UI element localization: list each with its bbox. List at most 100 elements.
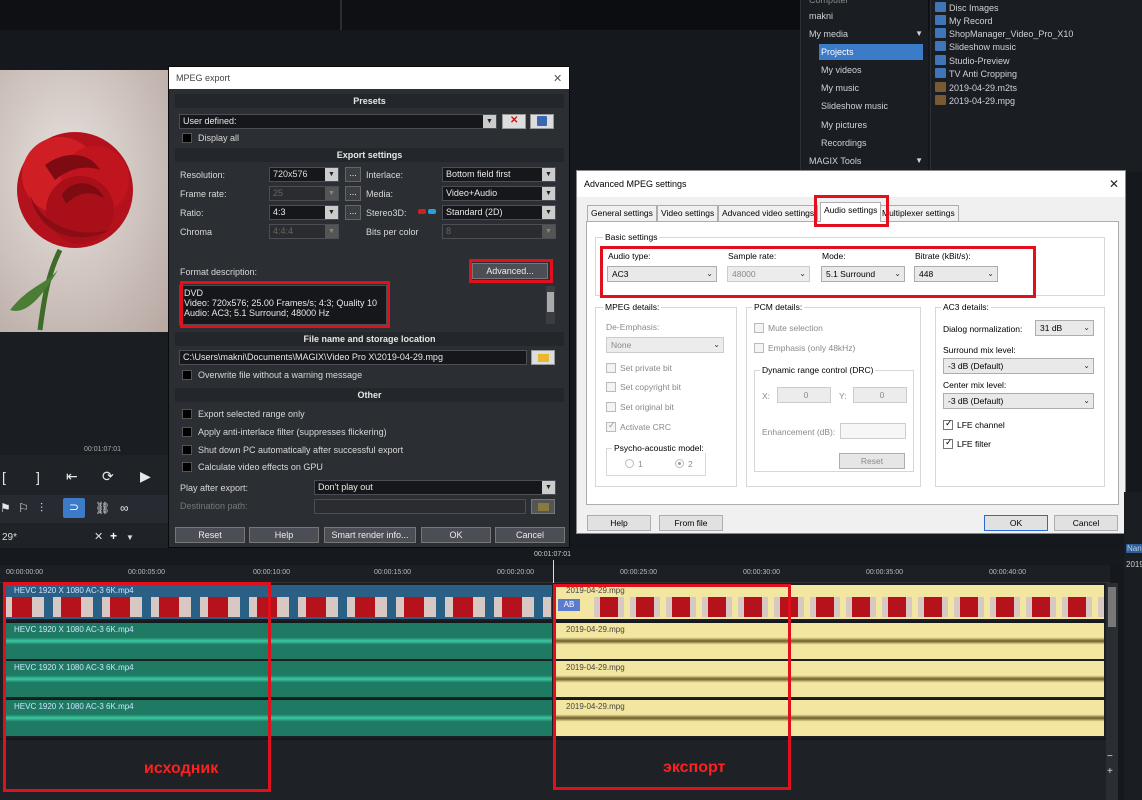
close-icon[interactable]: ✕ [94, 530, 103, 543]
preset-select[interactable]: User defined: ▼ [179, 114, 497, 129]
mute-selection-checkbox[interactable] [754, 323, 764, 333]
chroma-select[interactable]: 4:4:4 ▼ [269, 224, 339, 239]
delete-preset-button[interactable]: ✕ [502, 114, 526, 129]
magnet-button[interactable]: ⊃ [63, 498, 85, 518]
emphasis-checkbox[interactable] [754, 343, 764, 353]
file-item[interactable]: ShopManager_Video_Pro_X10 [935, 28, 1073, 41]
ratio-more-button[interactable]: ... [345, 205, 361, 220]
bits-per-color-select[interactable]: 8 ▼ [442, 224, 556, 239]
ok-button[interactable]: OK [421, 527, 491, 543]
crc-label: Activate CRC [620, 422, 672, 432]
save-preset-button[interactable] [530, 114, 554, 129]
help-button[interactable]: Help [587, 515, 651, 531]
timeline-scrollbar[interactable]: − + [1106, 583, 1118, 800]
ok-button[interactable]: OK [984, 515, 1048, 531]
copyright-bit-checkbox[interactable] [606, 382, 616, 392]
mark-in-icon[interactable]: [ [2, 469, 6, 485]
lfe-channel-checkbox[interactable]: ✓ [943, 418, 953, 430]
stereo3d-select[interactable]: Standard (2D) ▼ [442, 205, 556, 220]
destination-input[interactable] [314, 499, 526, 514]
crc-checkbox[interactable]: ✓ [606, 420, 616, 432]
media-nav-panel: Computer makni My media ▼ Projects My vid… [800, 0, 928, 172]
destination-browse-button[interactable] [531, 499, 555, 514]
display-all-checkbox[interactable] [182, 133, 192, 143]
shutdown-checkbox[interactable] [182, 445, 192, 455]
tab-multiplexer[interactable]: Multiplexer settings [878, 205, 959, 221]
center-mix-label: Center mix level: [943, 380, 1007, 390]
timeline-ruler[interactable]: 00:00:00:00 00:00:05:00 00:00:10:00 00:0… [0, 565, 1110, 583]
play-icon[interactable]: ▶ [140, 468, 151, 485]
close-icon[interactable]: ✕ [553, 72, 562, 85]
dialog-norm-select[interactable]: 31 dB ⌄ [1035, 320, 1094, 336]
nav-my-music[interactable]: My music [819, 80, 923, 96]
private-bit-checkbox[interactable] [606, 363, 616, 373]
framerate-select[interactable]: 25 ▼ [269, 186, 339, 201]
original-bit-checkbox[interactable] [606, 402, 616, 412]
file-item[interactable]: 2019-04-29.m2ts [935, 82, 1017, 95]
drc-reset-button[interactable]: Reset [839, 453, 905, 469]
marker-icon[interactable]: ⚐ [18, 501, 29, 515]
loop-icon[interactable]: ⟳ [102, 468, 114, 485]
gpu-checkbox[interactable] [182, 462, 192, 472]
tab-advanced-video[interactable]: Advanced video settings [718, 205, 819, 221]
nav-projects[interactable]: Projects [819, 44, 923, 60]
split-icon[interactable]: ⫶ [40, 501, 43, 516]
chevron-down-icon[interactable]: ▼ [126, 533, 134, 542]
nav-my-pictures[interactable]: My pictures [819, 117, 923, 133]
smart-render-button[interactable]: Smart render info... [324, 527, 416, 543]
media-select[interactable]: Video+Audio ▼ [442, 186, 556, 201]
psycho-2-radio[interactable] [675, 459, 684, 468]
anti-interlace-checkbox[interactable] [182, 427, 192, 437]
from-file-button[interactable]: From file [659, 515, 723, 531]
framerate-more-button[interactable]: ... [345, 186, 361, 201]
overwrite-checkbox[interactable] [182, 370, 192, 380]
link-icon[interactable]: ⛓ [95, 501, 110, 515]
nav-slideshow-music[interactable]: Slideshow music [819, 98, 923, 114]
format-scrollbar[interactable] [546, 286, 555, 324]
close-icon[interactable]: ✕ [1109, 177, 1119, 191]
file-item[interactable]: 2019-04-29.mpg [935, 95, 1015, 108]
export-range-checkbox[interactable] [182, 409, 192, 419]
file-item[interactable]: TV Anti Cropping [935, 68, 1017, 81]
psycho-1-radio[interactable] [625, 459, 634, 468]
nav-computer[interactable]: Computer [809, 0, 849, 8]
resolution-select[interactable]: 720x576 ▼ [269, 167, 339, 182]
drc-x-input[interactable]: 0 [777, 387, 831, 403]
reset-button[interactable]: Reset [175, 527, 245, 543]
tab-video[interactable]: Video settings [657, 205, 719, 221]
file-path-input[interactable]: C:\Users\makni\Documents\MAGIX\Video Pro… [179, 350, 527, 365]
surround-mix-select[interactable]: -3 dB (Default) ⌄ [943, 358, 1094, 374]
help-button[interactable]: Help [249, 527, 319, 543]
drc-y-input[interactable]: 0 [853, 387, 907, 403]
de-emphasis-select[interactable]: None ⌄ [606, 337, 724, 353]
nav-user[interactable]: makni [809, 8, 833, 24]
add-tab-icon[interactable]: + [110, 529, 117, 543]
zoom-in-icon[interactable]: + [1107, 766, 1113, 777]
tab-general[interactable]: General settings [587, 205, 657, 221]
interlace-select[interactable]: Bottom field first ▼ [442, 167, 556, 182]
zoom-out-icon[interactable]: − [1107, 751, 1113, 762]
browse-button[interactable] [531, 350, 555, 365]
nav-my-media[interactable]: My media ▼ [809, 26, 923, 42]
project-tab[interactable]: 29* [2, 532, 17, 543]
nav-magix-tools[interactable]: MAGIX Tools ▼ [809, 153, 923, 169]
play-after-select[interactable]: Don't play out ▼ [314, 480, 556, 495]
mpeg-details-label: MPEG details: [603, 302, 662, 312]
mark-out-icon[interactable]: ] [36, 469, 40, 485]
file-item[interactable]: My Record [935, 15, 993, 28]
file-item[interactable]: Slideshow music [935, 41, 1016, 54]
center-mix-select[interactable]: -3 dB (Default) ⌄ [943, 393, 1094, 409]
cancel-button[interactable]: Cancel [495, 527, 565, 543]
resolution-more-button[interactable]: ... [345, 167, 361, 182]
unlink-icon[interactable]: ∞ [120, 501, 129, 515]
go-start-icon[interactable]: ⇤ [66, 468, 78, 485]
file-item[interactable]: Disc Images [935, 2, 999, 15]
ratio-select[interactable]: 4:3 ▼ [269, 205, 339, 220]
file-item[interactable]: Studio-Preview [935, 55, 1010, 68]
flag-icon[interactable]: ⚑ [0, 501, 11, 515]
nav-my-videos[interactable]: My videos [819, 62, 923, 78]
enhancement-input[interactable] [840, 423, 906, 439]
lfe-filter-checkbox[interactable]: ✓ [943, 437, 953, 449]
nav-recordings[interactable]: Recordings [819, 135, 923, 151]
cancel-button[interactable]: Cancel [1054, 515, 1118, 531]
